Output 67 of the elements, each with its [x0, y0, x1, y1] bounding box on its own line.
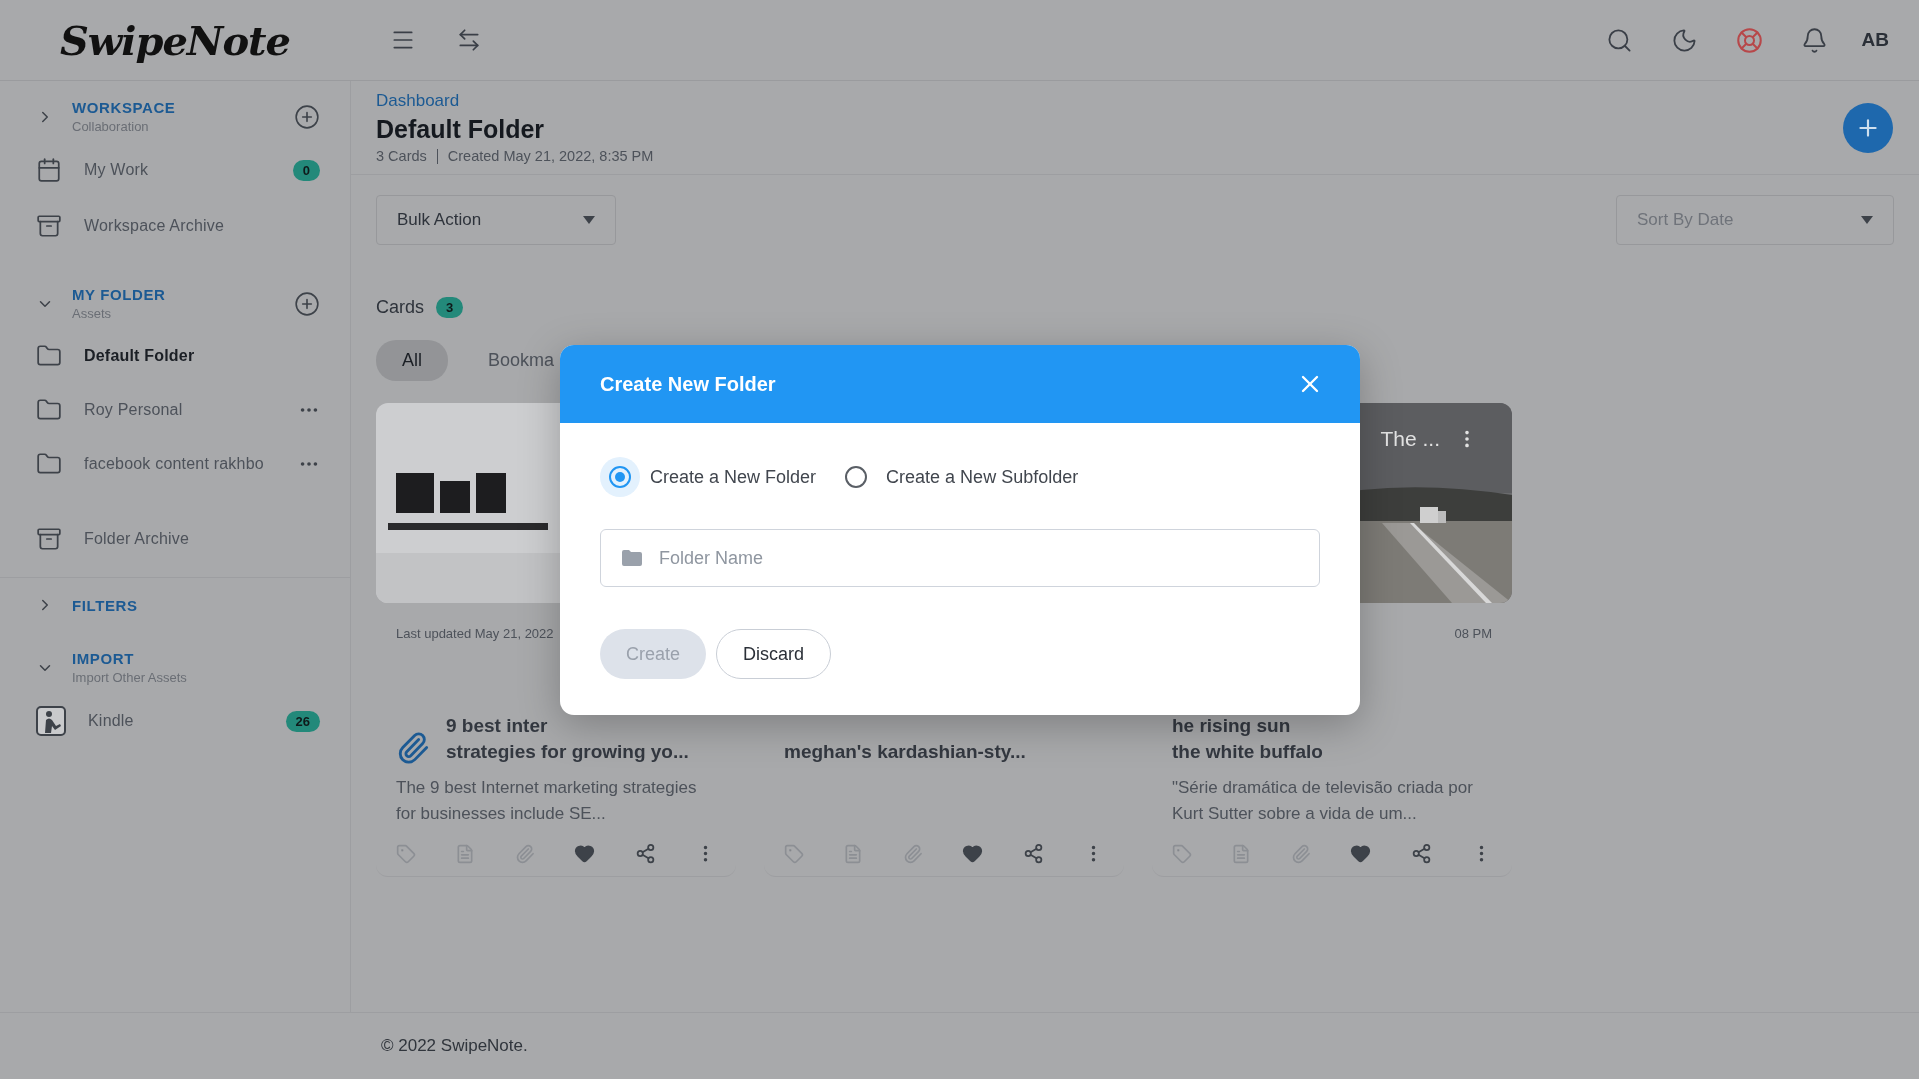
add-circle-icon[interactable]: [294, 103, 320, 130]
sidebar-item[interactable]: Default Folder: [84, 347, 320, 365]
reader-icon: [36, 706, 66, 736]
archive-icon: [36, 526, 62, 552]
cards-heading: Cards: [376, 297, 424, 318]
sidebar-item[interactable]: Workspace Archive: [84, 217, 320, 235]
heart-icon[interactable]: [962, 843, 984, 864]
caret-icon: [583, 216, 595, 224]
sidebar-item[interactable]: Roy Personal: [84, 401, 276, 419]
page-title: Default Folder: [376, 115, 546, 144]
radio-option[interactable]: Create a New Subfolder: [836, 457, 1079, 497]
section-title[interactable]: MY FOLDER: [72, 286, 276, 303]
created-date: Created May 21, 2022, 8:35 PM: [447, 148, 654, 164]
caret-icon: [1861, 216, 1873, 224]
section-subtitle: Collaboration: [72, 119, 150, 134]
dialog-title: Create New Folder: [600, 372, 776, 396]
add-button[interactable]: [1843, 102, 1893, 153]
count-badge: 3: [436, 297, 464, 318]
card-title-overlay: The ...: [1380, 427, 1440, 451]
sidebar-item[interactable]: Folder Archive: [84, 530, 320, 548]
section-subtitle: Import Other Assets: [72, 670, 188, 685]
folder-icon: [36, 343, 62, 369]
card-description: "Série dramática de televisão criada por Kurt Sutter sobre a vida de um...: [1172, 777, 1474, 825]
add-circle-icon[interactable]: [294, 290, 320, 317]
heart-icon[interactable]: [574, 843, 596, 864]
folder-icon: [36, 397, 62, 423]
count-badge: 0: [292, 159, 320, 181]
sidebar-item[interactable]: My Work: [84, 161, 271, 179]
card-title[interactable]: 9 best inter: [446, 713, 689, 739]
bulk-action-dropdown[interactable]: Bulk Action: [376, 195, 616, 245]
card-title[interactable]: the white buffalo: [1172, 739, 1323, 765]
user-initials[interactable]: AB: [1861, 29, 1889, 51]
sort-dropdown[interactable]: Sort By Date: [1616, 195, 1894, 245]
heart-icon[interactable]: [1350, 843, 1372, 864]
copyright-text: © 2022 SwipeNote.: [381, 1036, 528, 1056]
filter-tab[interactable]: All: [376, 340, 448, 381]
share-icon[interactable]: [1022, 843, 1044, 864]
radio-option[interactable]: Create a New Folder: [600, 457, 817, 497]
filter-tab[interactable]: Bookma: [462, 340, 581, 381]
logo: SwipeNote: [58, 16, 292, 64]
folder-icon: [622, 550, 642, 566]
sidebar-item[interactable]: facebook content rakhbo: [84, 455, 276, 473]
section-subtitle: Assets: [72, 306, 112, 321]
card-date: Last updated May 21, 2022: [396, 626, 554, 641]
section-title[interactable]: WORKSPACE: [72, 99, 276, 116]
share-icon[interactable]: [634, 843, 656, 864]
paperclip-icon: [396, 731, 430, 765]
discard-button[interactable]: Discard: [716, 629, 832, 679]
card-title[interactable]: meghan's kardashian-sty...: [784, 739, 1026, 765]
count-badge: 26: [285, 710, 320, 732]
paperclip-icon[interactable]: [514, 843, 535, 864]
folder-icon: [36, 451, 62, 477]
card-title[interactable]: he rising sun: [1172, 713, 1323, 739]
paperclip-icon[interactable]: [902, 843, 923, 864]
share-icon[interactable]: [1410, 843, 1432, 864]
archive-icon: [36, 213, 62, 239]
card-date: 08 PM: [1454, 626, 1492, 641]
breadcrumb-link[interactable]: Dashboard: [376, 91, 1843, 111]
card-title[interactable]: strategies for growing yo...: [446, 739, 689, 765]
folder-name-field[interactable]: Folder Name: [600, 529, 1320, 587]
section-title[interactable]: IMPORT: [72, 650, 320, 667]
sidebar-item[interactable]: Kindle: [88, 712, 264, 730]
card-description: The 9 best Internet marketing strategies for businesses include SE...: [396, 777, 698, 825]
calendar-icon: [36, 157, 62, 183]
card-count: 3 Cards: [376, 148, 427, 164]
section-title[interactable]: FILTERS: [72, 596, 320, 614]
paperclip-icon[interactable]: [1290, 843, 1311, 864]
